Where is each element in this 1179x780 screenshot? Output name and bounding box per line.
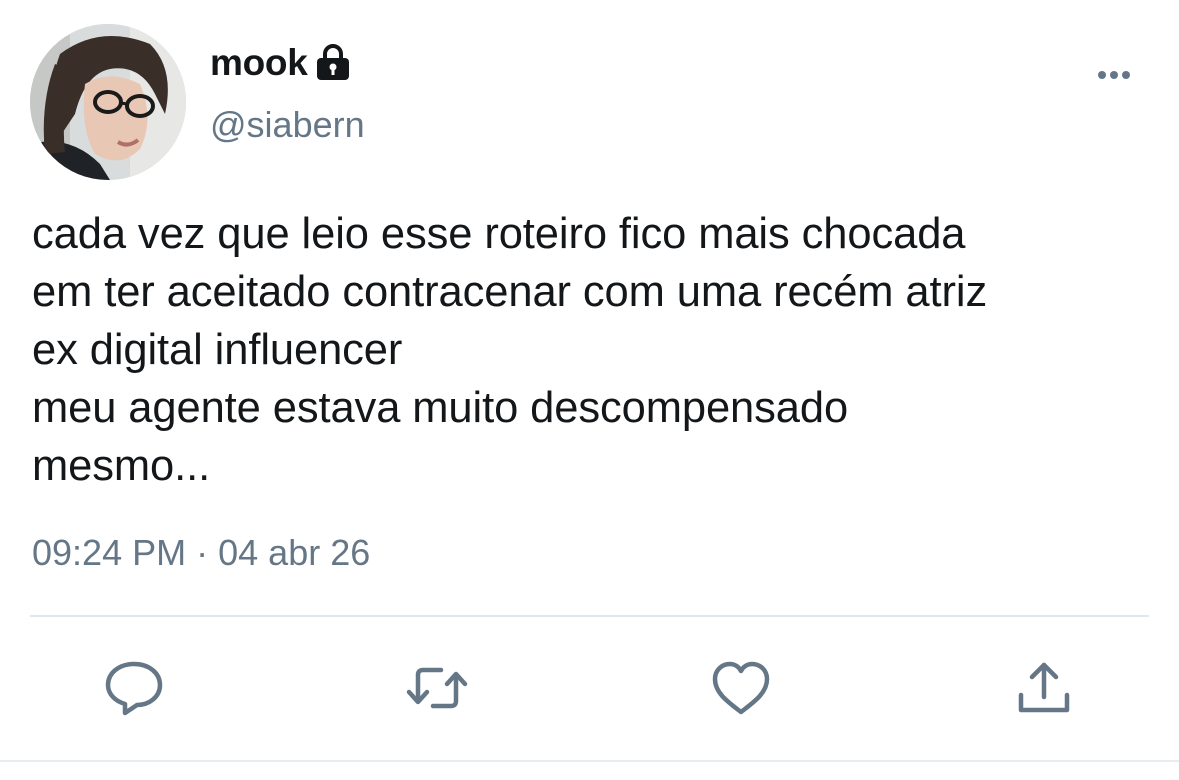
retweet-button[interactable] (404, 655, 470, 721)
user-handle[interactable]: @siabern (210, 104, 365, 146)
tweet-text: cada vez que leio esse roteiro fico mais… (32, 205, 1162, 495)
avatar[interactable] (30, 24, 186, 180)
tweet-line: meu agente estava muito descompensado (32, 384, 849, 432)
divider (30, 615, 1149, 617)
share-button[interactable] (1011, 655, 1077, 721)
like-button[interactable] (708, 655, 774, 721)
reply-icon (105, 661, 163, 716)
share-icon (1018, 662, 1070, 713)
more-options-icon[interactable] (1092, 60, 1136, 90)
timestamp-separator: · (196, 532, 209, 573)
tweet-time: 09:24 PM (32, 532, 187, 573)
tweet-date: 04 abr 26 (218, 532, 371, 573)
bottom-divider (0, 760, 1179, 762)
lock-icon (315, 43, 351, 83)
tweet-line: cada vez que leio esse roteiro fico mais… (32, 210, 966, 258)
tweet-line: em ter aceitado contracenar com uma recé… (32, 268, 988, 316)
user-name-row: mook (210, 38, 351, 88)
display-name[interactable]: mook (210, 42, 308, 84)
avatar-photo (30, 24, 186, 180)
retweet-icon (406, 667, 468, 709)
tweet-line: ex digital influencer (32, 326, 403, 374)
reply-button[interactable] (101, 655, 167, 721)
tweet-line: mesmo... (32, 442, 211, 490)
like-icon (712, 661, 770, 715)
tweet-timestamp[interactable]: 09:24 PM · 04 abr 26 (32, 532, 370, 574)
